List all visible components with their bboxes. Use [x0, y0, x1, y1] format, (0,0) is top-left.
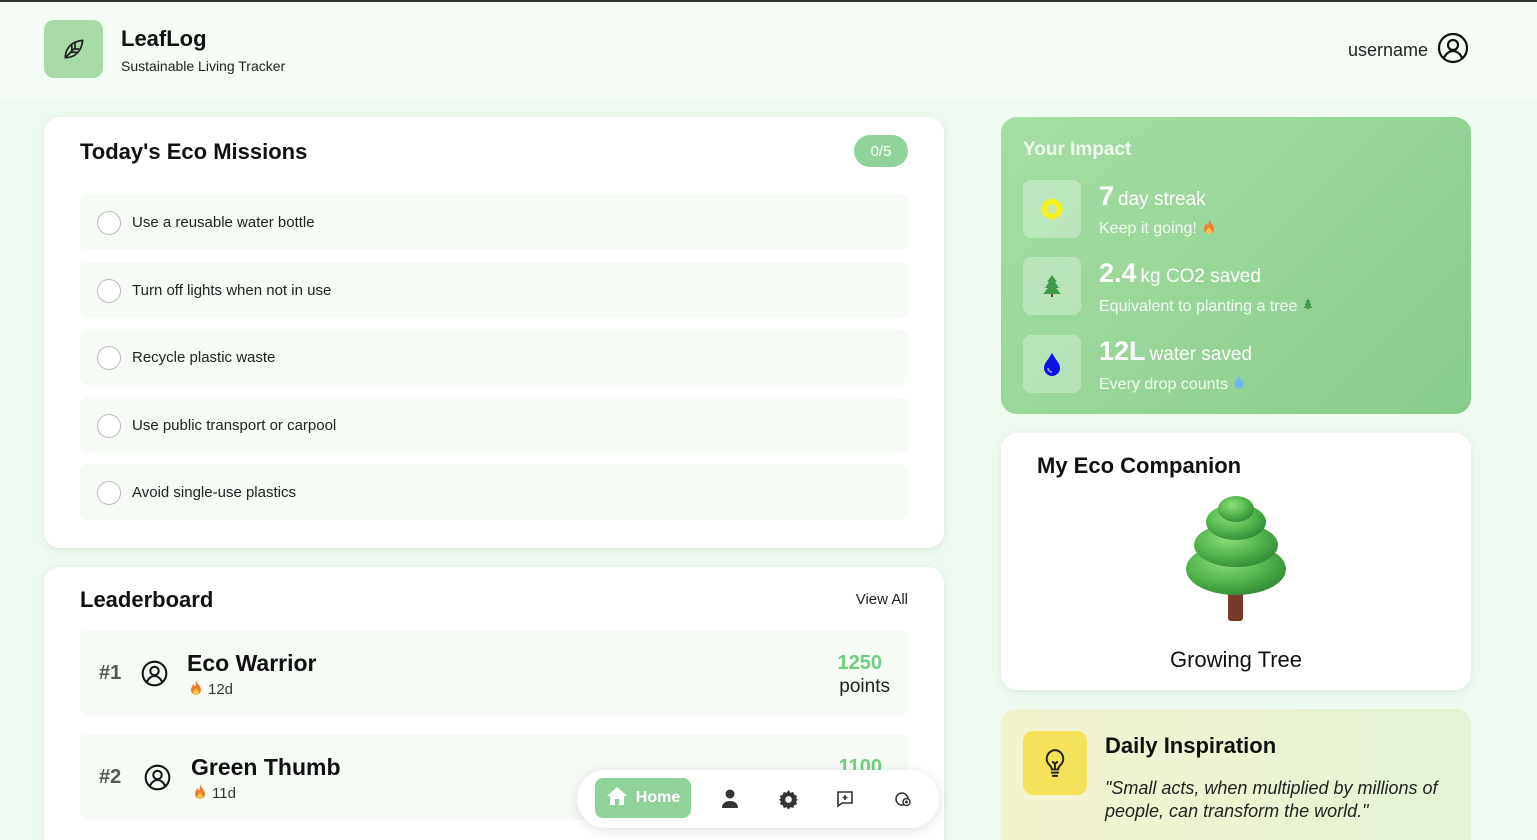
impact-sub-label: Keep it going!	[1099, 220, 1197, 237]
leaf-logo-icon	[44, 20, 103, 78]
impact-value: 7	[1099, 181, 1115, 211]
impact-sub-label: Every drop counts	[1099, 375, 1228, 393]
user-profile-icon[interactable]	[1437, 32, 1469, 64]
view-all-link[interactable]: View All	[856, 591, 908, 608]
leaderboard-streak: 11d	[194, 784, 236, 803]
missions-title: Today's Eco Missions	[80, 139, 308, 164]
profile-icon[interactable]	[718, 787, 742, 811]
points-label: points	[839, 676, 890, 697]
lightbulb-icon	[1023, 731, 1087, 795]
eco-badge-icon[interactable]	[891, 787, 915, 811]
daily-inspiration-card: Daily Inspiration "Small acts, when mult…	[1001, 709, 1471, 840]
impact-unit: kg CO2 saved	[1140, 266, 1261, 287]
mission-item[interactable]: Turn off lights when not in use	[80, 262, 908, 318]
impact-water-line: 12L water saved	[1099, 336, 1252, 367]
nav-home-label: Home	[635, 789, 681, 806]
impact-subtext: Every drop counts	[1099, 375, 1244, 394]
leaderboard-points: 1250	[837, 652, 883, 674]
mission-label: Recycle plastic waste	[132, 349, 276, 366]
mission-label: Use public transport or carpool	[132, 417, 337, 434]
impact-value: 2.4	[1099, 258, 1137, 288]
app-subtitle: Sustainable Living Tracker	[121, 58, 286, 74]
mission-checkbox[interactable]	[97, 346, 121, 370]
app-header: LeafLog Sustainable Living Tracker usern…	[0, 2, 1537, 98]
impact-title: Your Impact	[1023, 139, 1132, 160]
mission-checkbox[interactable]	[97, 481, 121, 505]
leaderboard-rank: #2	[99, 766, 122, 788]
mission-label: Use a reusable water bottle	[132, 214, 315, 231]
leaderboard-title: Leaderboard	[80, 587, 214, 612]
fire-icon	[1203, 219, 1215, 239]
user-avatar-icon	[141, 660, 168, 687]
leaderboard-name: Eco Warrior	[187, 650, 317, 676]
user-avatar-icon	[144, 764, 171, 791]
app-title: LeafLog	[121, 26, 207, 51]
leaderboard-row[interactable]: #1 Eco Warrior 12d 1250 points	[80, 630, 908, 716]
fire-icon	[194, 784, 206, 803]
eco-companion-card: My Eco Companion Growing Tree	[1001, 433, 1471, 690]
impact-unit: water saved	[1149, 344, 1252, 365]
home-icon	[606, 786, 628, 811]
tree-icon	[1023, 257, 1081, 315]
companion-title: My Eco Companion	[1037, 453, 1242, 478]
eco-missions-card: Today's Eco Missions 0/5 Use a reusable …	[44, 117, 944, 548]
impact-subtext: Equivalent to planting a tree	[1099, 297, 1313, 316]
username-label[interactable]: username	[1348, 40, 1428, 61]
mission-checkbox[interactable]	[97, 279, 121, 303]
settings-gear-icon[interactable]	[776, 787, 800, 811]
impact-subtext: Keep it going!	[1099, 219, 1215, 239]
impact-streak-line: 7 day streak	[1099, 181, 1206, 212]
mission-label: Avoid single-use plastics	[132, 484, 296, 501]
chat-add-icon[interactable]	[833, 787, 857, 811]
fire-icon	[190, 680, 202, 699]
impact-card: Your Impact 7 day streak Keep it going! …	[1001, 117, 1471, 414]
leaderboard-streak: 12d	[190, 680, 233, 699]
mission-item[interactable]: Avoid single-use plastics	[80, 464, 908, 520]
mission-item[interactable]: Recycle plastic waste	[80, 329, 908, 385]
mission-item[interactable]: Use a reusable water bottle	[80, 194, 908, 250]
companion-name: Growing Tree	[1169, 647, 1303, 672]
streak-days: 11d	[212, 785, 236, 802]
mission-checkbox[interactable]	[97, 211, 121, 235]
mission-item[interactable]: Use public transport or carpool	[80, 397, 908, 453]
mission-checkbox[interactable]	[97, 414, 121, 438]
tree-companion-icon[interactable]	[1184, 495, 1288, 628]
missions-progress-badge: 0/5	[854, 135, 908, 167]
impact-co2-line: 2.4 kg CO2 saved	[1099, 258, 1261, 289]
water-drop-icon	[1023, 335, 1081, 393]
nav-home-button[interactable]: Home	[595, 778, 691, 818]
impact-sub-label: Equivalent to planting a tree	[1099, 297, 1298, 315]
tree-icon	[1303, 297, 1313, 316]
water-drop-icon	[1234, 375, 1244, 394]
impact-value: 12L	[1099, 336, 1146, 366]
mission-label: Turn off lights when not in use	[132, 282, 332, 299]
leaderboard-name: Green Thumb	[191, 754, 341, 780]
inspiration-quote: "Small acts, when multiplied by millions…	[1105, 778, 1438, 821]
sun-icon	[1023, 180, 1081, 238]
impact-unit: day streak	[1118, 189, 1206, 210]
inspiration-title: Daily Inspiration	[1105, 733, 1277, 758]
streak-days: 12d	[208, 681, 234, 698]
bottom-nav: Home	[577, 770, 939, 828]
leaderboard-rank: #1	[99, 662, 122, 684]
